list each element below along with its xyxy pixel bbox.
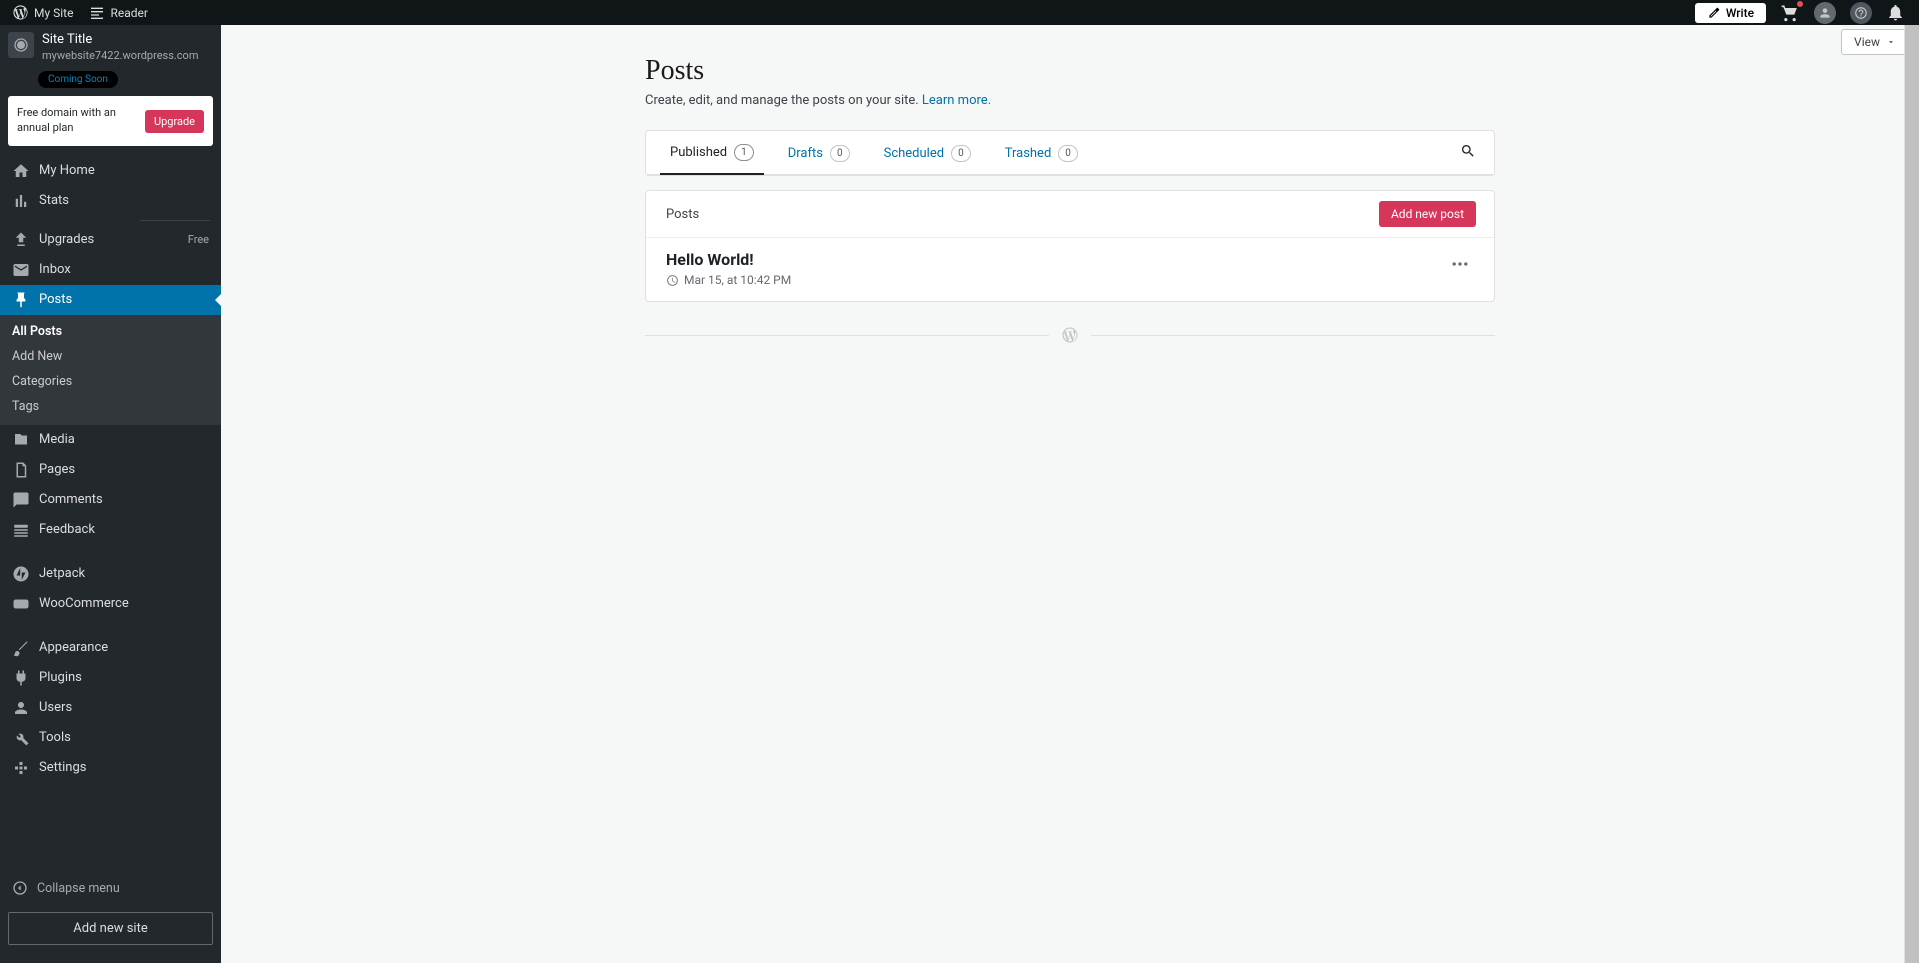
main-content: View Posts Create, edit, and manage the … xyxy=(221,25,1919,963)
write-button[interactable]: Write xyxy=(1695,3,1766,23)
jetpack-icon xyxy=(12,565,30,583)
sub-all-posts[interactable]: All Posts xyxy=(0,319,221,344)
nav-users[interactable]: Users xyxy=(0,693,221,723)
nav-posts[interactable]: Posts xyxy=(0,285,221,315)
clock-icon xyxy=(666,274,679,287)
write-label: Write xyxy=(1726,6,1754,20)
view-button[interactable]: View xyxy=(1841,29,1909,55)
reader-link[interactable]: Reader xyxy=(85,5,151,21)
reader-label: Reader xyxy=(110,6,147,20)
help-button[interactable] xyxy=(1850,2,1872,24)
nav-media[interactable]: Media xyxy=(0,425,221,455)
pin-icon xyxy=(12,291,30,309)
sub-tags[interactable]: Tags xyxy=(0,394,221,419)
user-icon xyxy=(1818,6,1832,20)
nav-upgrades[interactable]: Upgrades Free xyxy=(0,225,221,255)
post-title: Hello World! xyxy=(666,250,1446,269)
ellipsis-icon xyxy=(1450,254,1470,274)
scrollbar-thumb[interactable] xyxy=(1905,25,1919,963)
settings-icon xyxy=(12,759,30,777)
tab-drafts[interactable]: Drafts 0 xyxy=(778,132,860,174)
bell-icon xyxy=(1886,3,1905,22)
footer-separator xyxy=(645,326,1495,344)
learn-more-link[interactable]: Learn more. xyxy=(922,93,991,108)
upsell-text: Free domain with an annual plan xyxy=(17,106,135,136)
chevron-down-icon xyxy=(1886,37,1896,47)
nav-plugins[interactable]: Plugins xyxy=(0,663,221,693)
sidebar: Site Title mywebsite7422.wordpress.com C… xyxy=(0,25,221,963)
nav-stats[interactable]: Stats xyxy=(0,186,221,216)
nav-feedback[interactable]: Feedback xyxy=(0,515,221,545)
site-header[interactable]: Site Title mywebsite7422.wordpress.com xyxy=(0,25,221,68)
nav-pages[interactable]: Pages xyxy=(0,455,221,485)
site-url: mywebsite7422.wordpress.com xyxy=(42,49,198,63)
avatar-button[interactable] xyxy=(1814,2,1836,24)
pen-icon xyxy=(1707,6,1721,20)
my-site-link[interactable]: My Site xyxy=(8,4,77,21)
tools-icon xyxy=(12,729,30,747)
reader-icon xyxy=(89,5,105,21)
home-icon xyxy=(12,162,30,180)
nav-appearance[interactable]: Appearance xyxy=(0,633,221,663)
scrollbar[interactable] xyxy=(1904,25,1919,963)
post-tabs: Published 1 Drafts 0 Scheduled 0 Trashed… xyxy=(646,131,1494,175)
sub-add-new[interactable]: Add New xyxy=(0,344,221,369)
page-subtitle: Create, edit, and manage the posts on yo… xyxy=(645,93,1495,108)
cart-button[interactable] xyxy=(1780,3,1800,23)
add-new-site-button[interactable]: Add new site xyxy=(8,912,213,945)
plugin-icon xyxy=(12,669,30,687)
collapse-icon xyxy=(12,880,28,896)
page-title: Posts xyxy=(645,55,1495,87)
my-site-label: My Site xyxy=(34,6,73,20)
upgrades-icon xyxy=(12,231,30,249)
help-icon xyxy=(1854,6,1868,20)
tab-published[interactable]: Published 1 xyxy=(660,131,764,175)
upsell-card: Free domain with an annual plan Upgrade xyxy=(8,96,213,146)
tab-scheduled[interactable]: Scheduled 0 xyxy=(874,132,981,174)
post-actions-button[interactable] xyxy=(1446,250,1474,282)
feedback-icon xyxy=(12,521,30,539)
upgrade-button[interactable]: Upgrade xyxy=(145,110,204,133)
search-button[interactable] xyxy=(1456,133,1480,173)
tab-trashed[interactable]: Trashed 0 xyxy=(995,132,1088,174)
media-icon xyxy=(12,431,30,449)
collapse-menu[interactable]: Collapse menu xyxy=(0,874,221,902)
brush-icon xyxy=(12,639,30,657)
nav-comments[interactable]: Comments xyxy=(0,485,221,515)
sub-categories[interactable]: Categories xyxy=(0,369,221,394)
woo-icon xyxy=(12,595,30,613)
list-header: Posts xyxy=(666,207,699,222)
site-icon xyxy=(8,32,34,58)
posts-submenu: All Posts Add New Categories Tags xyxy=(0,315,221,425)
add-new-post-button[interactable]: Add new post xyxy=(1379,201,1476,227)
pages-icon xyxy=(12,461,30,479)
nav-woocommerce[interactable]: WooCommerce xyxy=(0,589,221,619)
post-row[interactable]: Hello World! Mar 15, at 10:42 PM xyxy=(646,238,1494,301)
tabs-card: Published 1 Drafts 0 Scheduled 0 Trashed… xyxy=(645,130,1495,176)
comments-icon xyxy=(12,491,30,509)
inbox-icon xyxy=(12,261,30,279)
nav-settings[interactable]: Settings xyxy=(0,753,221,783)
cart-notification-dot xyxy=(1796,0,1804,8)
wordpress-icon xyxy=(12,4,29,21)
sidebar-nav: My Home Stats Upgrades Free Inbox Posts … xyxy=(0,156,221,874)
top-toolbar: My Site Reader Write xyxy=(0,0,1919,25)
users-icon xyxy=(12,699,30,717)
nav-inbox[interactable]: Inbox xyxy=(0,255,221,285)
site-title: Site Title xyxy=(42,32,198,49)
coming-soon-badge: Coming Soon xyxy=(38,71,118,88)
posts-list-card: Posts Add new post Hello World! Mar 15, … xyxy=(645,190,1495,302)
post-meta: Mar 15, at 10:42 PM xyxy=(666,273,1446,287)
search-icon xyxy=(1460,143,1476,159)
notifications-button[interactable] xyxy=(1886,3,1905,22)
nav-jetpack[interactable]: Jetpack xyxy=(0,559,221,589)
nav-tools[interactable]: Tools xyxy=(0,723,221,753)
stats-icon xyxy=(12,192,30,210)
wordpress-footer-icon xyxy=(1061,326,1079,344)
nav-my-home[interactable]: My Home xyxy=(0,156,221,186)
